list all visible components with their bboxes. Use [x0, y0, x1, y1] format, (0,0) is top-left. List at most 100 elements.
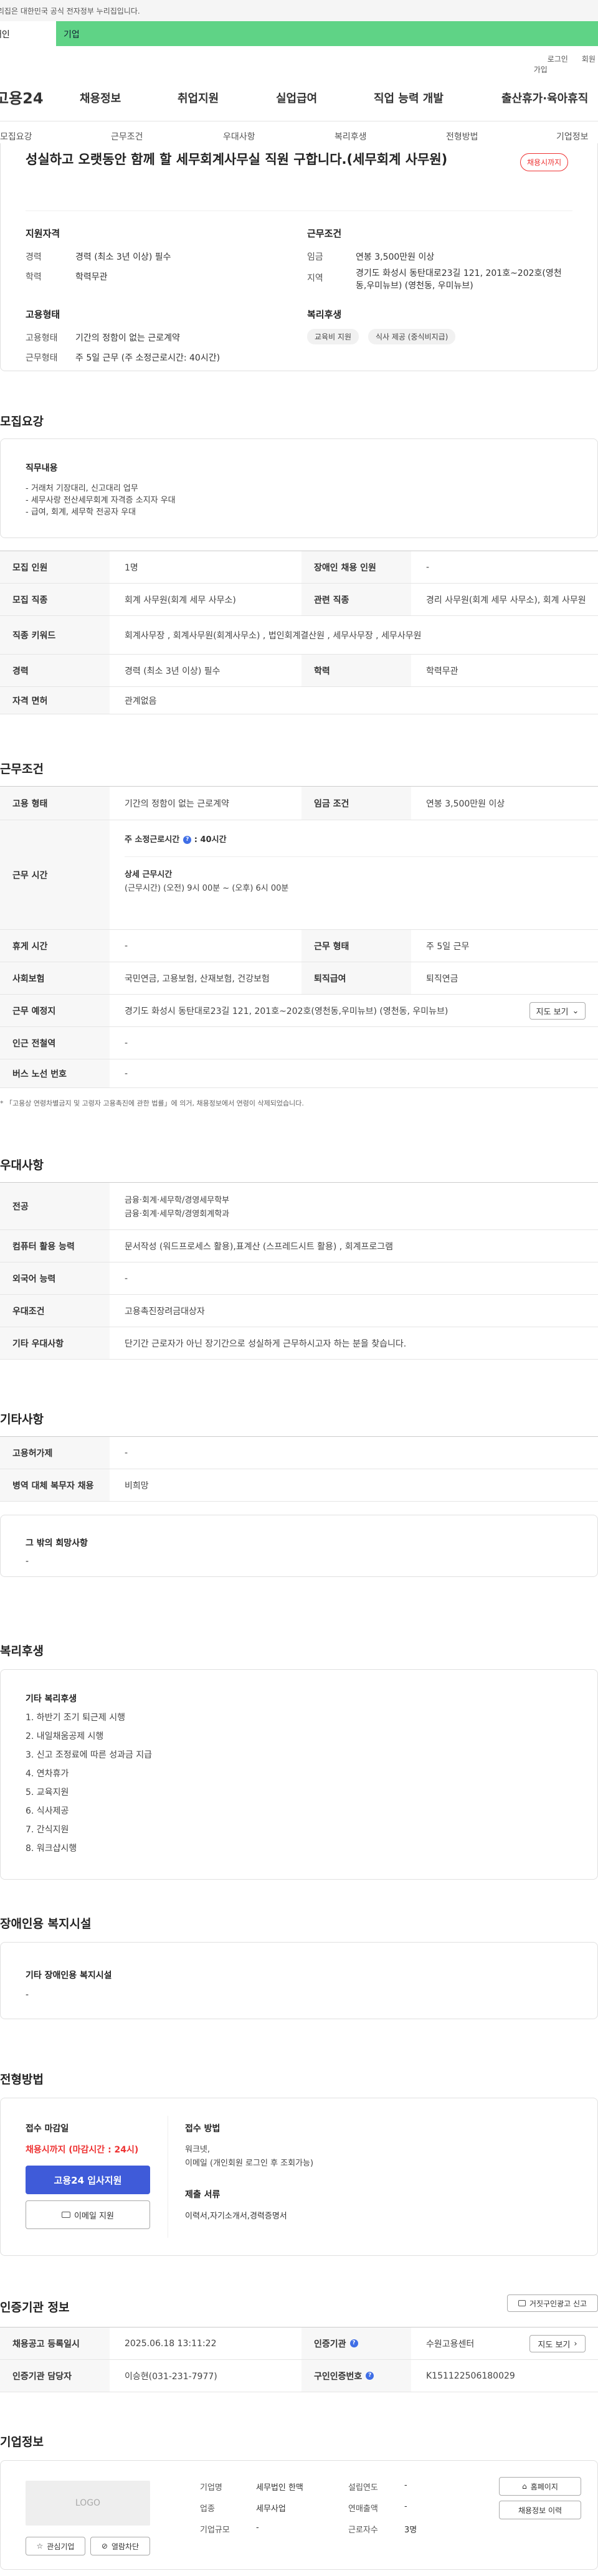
conditions-table: 고용 형태 기간의 정함이 없는 근로계약 임금 조건 연봉 3,500만원 이…: [0, 786, 598, 1088]
list-item: 4. 연차휴가: [26, 1769, 69, 1779]
row-value: -: [125, 940, 128, 951]
agency-map-button[interactable]: 지도 보기 ›: [529, 2335, 586, 2352]
homepage-button[interactable]: ⌂ 홈페이지: [499, 2477, 581, 2496]
row-value: 학력무관: [426, 666, 458, 676]
row-value: 고용촉진장려금대상자: [125, 1306, 205, 1317]
row-header-text: 인증기관: [314, 2339, 346, 2349]
row-value: 관계없음: [125, 696, 157, 706]
home-icon: ⌂: [522, 2482, 527, 2491]
info-icon[interactable]: ?: [183, 836, 192, 844]
disabled-facility-value: -: [26, 1990, 29, 2000]
anchor-prefer[interactable]: 우대사항: [223, 130, 255, 143]
gov-notice-bar: 이 누리집은 대한민국 공식 전자정부 누리집입니다.: [0, 0, 598, 21]
row-header: 자격 면허: [0, 687, 110, 714]
info-icon[interactable]: ?: [349, 2339, 358, 2347]
row-header: 근무 형태: [301, 930, 411, 962]
table-row: 고용허가제 -: [0, 1437, 598, 1469]
founded-value: -: [404, 2481, 407, 2490]
report-fake-ad-button[interactable]: 거짓구인광고 신고: [507, 2294, 598, 2312]
weekly-hours-value: 40시간: [200, 835, 227, 845]
section-title-company: 기업정보: [0, 2435, 44, 2449]
login-link[interactable]: 로그인: [548, 55, 568, 64]
career-label: 경력: [26, 252, 42, 262]
favorite-company-button[interactable]: ☆ 관심기업: [26, 2537, 85, 2555]
row-header: 경력: [0, 655, 110, 686]
anchor-conditions[interactable]: 근무조건: [111, 130, 143, 143]
table-row: 고용 형태 기간의 정함이 없는 근로계약 임금 조건 연봉 3,500만원 이…: [0, 787, 598, 820]
row-header: 임금 조건: [301, 787, 411, 820]
global-nav: 고용24 채용정보 취업지원 실업급여 직업 능력 개발 출산휴가·육아휴직: [0, 80, 598, 116]
gnb-menu-employment-support[interactable]: 취업지원: [178, 90, 219, 106]
table-row: 채용공고 등록일시 2025.06.18 13:11:22 인증기관? 수원고용…: [0, 2327, 598, 2360]
table-row: 모집 직종 회계 사무원(회계 세무 사무소) 관련 직종 경리 사무원(회계 …: [0, 584, 598, 616]
region-value-line1: 경기도 화성시 동탄대로23길 121, 201호~202호(영천: [356, 268, 562, 278]
job-summary-card: 성실하고 오랫동안 함께 할 세무회계사무실 직원 구합니다.(세무회계 사무원…: [0, 143, 598, 371]
table-row: 인증기관 담당자 이승현(031-231-7977) 구인인증번호? K1511…: [0, 2360, 598, 2392]
row-value: -: [426, 562, 430, 572]
apply-online-button[interactable]: 고용24 입사지원: [26, 2166, 150, 2194]
block-view-button[interactable]: ⊘ 열람차단: [90, 2537, 150, 2555]
list-item: 6. 식사제공: [26, 1806, 69, 1816]
member-type-tabs: 개인 기업: [0, 21, 598, 46]
anchor-welfare[interactable]: 복리후생: [335, 130, 367, 143]
row-value: 퇴직연금: [426, 973, 458, 984]
row-header: 구인인증번호?: [301, 2360, 411, 2392]
employees-value: 3명: [404, 2526, 417, 2535]
section-title-apply: 전형방법: [0, 2073, 44, 2086]
list-item: 1. 하반기 조기 퇴근제 시행: [26, 1713, 125, 1723]
anchor-company[interactable]: 기업정보: [556, 130, 589, 143]
email-apply-button[interactable]: 이메일 지원: [26, 2200, 150, 2229]
row-header: 우대조건: [0, 1295, 110, 1327]
weekly-hours-label: 주 소정근로시간: [125, 835, 180, 845]
report-fake-ad-label: 거짓구인광고 신고: [529, 2299, 587, 2308]
disabled-facility-card: 기타 장애인용 복지시설 -: [0, 1942, 598, 2019]
tab-company[interactable]: 기업: [56, 21, 598, 46]
duty-line: - 급여, 회계, 세무학 전공자 우대: [26, 508, 136, 517]
duty-lines: - 거래처 기장대리, 신고대리 업무 - 세무사랑 전산세무회계 자격증 소지…: [26, 483, 176, 518]
homepage-label: 홈페이지: [530, 2482, 558, 2491]
site-logo[interactable]: 고용24: [0, 86, 44, 108]
row-value: 경력 (최소 3년 이상) 필수: [125, 666, 221, 676]
work-type-value: 주 5일 근무 (주 소정근로시간: 40시간): [75, 353, 221, 363]
job-history-button[interactable]: 채용정보 이력: [499, 2501, 581, 2519]
region-label: 지역: [307, 273, 323, 283]
job-history-label: 채용정보 이력: [518, 2506, 562, 2515]
anchor-recruit[interactable]: 모집요강: [0, 130, 32, 143]
report-icon: [518, 2300, 526, 2306]
anchor-apply[interactable]: 전형방법: [446, 130, 478, 143]
row-header: 관련 직종: [301, 584, 411, 615]
row-value: 문서작성 (워드프로세스 활용),표계산 (스프레드시트 활용) , 회계프로그…: [125, 1241, 393, 1252]
row-value: -: [125, 1447, 128, 1458]
gnb-menu-jobs[interactable]: 채용정보: [80, 90, 121, 106]
table-row: 모집 인원 1명 장애인 채용 인원 -: [0, 551, 598, 584]
welfare-card: 기타 복리후생 1. 하반기 조기 퇴근제 시행 2. 내일채움공제 시행 3.…: [0, 1669, 598, 1880]
row-value: 기간의 정함이 없는 근로계약: [125, 798, 229, 809]
tab-company-label: 기업: [64, 30, 80, 40]
apply-card: 접수 마감일 채용시까지 (마감시간 : 24시) 고용24 입사지원 이메일 …: [0, 2098, 598, 2256]
recruit-table: 모집 인원 1명 장애인 채용 인원 - 모집 직종 회계 사무원(회계 세무 …: [0, 551, 598, 714]
row-header: 휴게 시간: [0, 930, 110, 962]
duty-line: - 거래처 기장대리, 신고대리 업무: [26, 484, 138, 493]
favorite-company-label: 관심기업: [47, 2542, 75, 2551]
etc-table: 고용허가제 - 병역 대체 복무자 채용 비희망: [0, 1436, 598, 1502]
section-title-agency: 인증기관 정보: [0, 2301, 70, 2314]
info-icon[interactable]: ?: [366, 2372, 374, 2380]
table-row: 자격 면허 관계없음: [0, 687, 598, 714]
table-row: 전공 금융·회계·세무학/경영세무학부 금융·회계·세무학/경영회계학과: [0, 1183, 598, 1230]
gnb-menu-training[interactable]: 직업 능력 개발: [374, 90, 444, 106]
company-logo: LOGO: [26, 2481, 150, 2526]
row-header: 병역 대체 복무자 채용: [0, 1469, 110, 1501]
major-line: 금융·회계·세무학/경영세무학부: [125, 1196, 230, 1205]
company-name-value: 세무법인 한맥: [256, 2483, 303, 2493]
table-row: 우대조건 고용촉진장려금대상자: [0, 1295, 598, 1327]
tab-person-label: 개인: [0, 30, 10, 40]
section-title-disabled: 장애인용 복지시설: [0, 1917, 92, 1931]
row-value: 회계사무장 , 회계사무원(회계사무소) , 법인회계결산원 , 세무사무장 ,…: [125, 630, 422, 641]
gnb-menu-parental-leave[interactable]: 출산휴가·육아휴직: [501, 90, 588, 106]
utility-links: 로그인 회원가입: [534, 54, 598, 75]
table-row: 경력 경력 (최소 3년 이상) 필수 학력 학력무관: [0, 655, 598, 687]
gnb-menu-unemployment[interactable]: 실업급여: [276, 90, 317, 106]
map-view-button[interactable]: 지도 보기 ⌄: [529, 1002, 586, 1020]
company-size-value: -: [256, 2523, 259, 2532]
employees-label: 근로자수: [348, 2526, 378, 2535]
